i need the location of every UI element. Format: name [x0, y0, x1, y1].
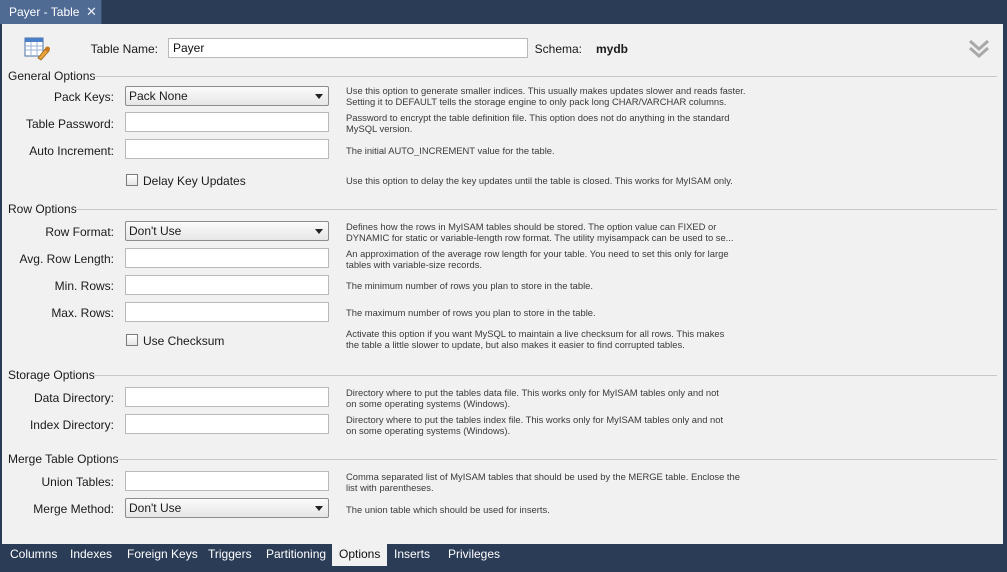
storage-options-divider: [94, 375, 997, 376]
min-rows-description: The minimum number of rows you plan to s…: [346, 280, 593, 291]
document-tab-bar: Payer - Table ✕: [0, 0, 1007, 24]
max-rows-description: The maximum number of rows you plan to s…: [346, 307, 596, 318]
min-rows-label: Min. Rows:: [54, 279, 114, 293]
union-tables-label: Union Tables:: [41, 475, 115, 489]
tab-columns[interactable]: Columns: [10, 544, 57, 566]
table-name-input[interactable]: Payer: [168, 38, 528, 58]
document-tab[interactable]: Payer - Table ✕: [0, 0, 102, 24]
auto-increment-description: The initial AUTO_INCREMENT value for the…: [346, 145, 555, 156]
pack-keys-label: Pack Keys:: [53, 90, 114, 104]
tab-partitioning[interactable]: Partitioning: [266, 544, 326, 566]
row-format-select[interactable]: Don't Use: [125, 221, 329, 241]
row-format-label: Row Format:: [45, 225, 114, 239]
merge-method-description: The union table which should be used for…: [346, 504, 550, 515]
avg-row-length-label: Avg. Row Length:: [19, 252, 114, 266]
use-checksum-label[interactable]: Use Checksum: [143, 334, 224, 348]
merge-table-options-divider: [114, 459, 997, 460]
chevron-down-icon: [315, 94, 323, 99]
data-directory-description: Directory where to put the tables data f…: [346, 387, 719, 409]
data-directory-label: Data Directory:: [33, 391, 114, 405]
avg-row-length-input[interactable]: [125, 248, 329, 268]
table-password-description: Password to encrypt the table definition…: [346, 112, 730, 134]
auto-increment-input[interactable]: [125, 139, 329, 159]
chevron-down-icon: [315, 506, 323, 511]
schema-value: mydb: [596, 42, 629, 56]
avg-row-length-description: An approximation of the average row leng…: [346, 248, 729, 270]
data-directory-input[interactable]: [125, 387, 329, 407]
table-editor-icon: [24, 36, 52, 62]
merge-method-value: Don't Use: [129, 501, 182, 515]
table-name-label: Table Name:: [90, 42, 158, 56]
auto-increment-label: Auto Increment:: [29, 144, 114, 158]
collapse-chevron-icon[interactable]: [968, 38, 990, 60]
pack-keys-description: Use this option to generate smaller indi…: [346, 85, 746, 107]
min-rows-input[interactable]: [125, 275, 329, 295]
document-tab-title: Payer - Table: [9, 5, 80, 19]
index-directory-label: Index Directory:: [29, 418, 114, 432]
close-icon[interactable]: ✕: [86, 4, 97, 20]
row-options-title: Row Options: [8, 202, 77, 216]
union-tables-description: Comma separated list of MyISAM tables th…: [346, 471, 740, 493]
delay-key-updates-label[interactable]: Delay Key Updates: [143, 174, 246, 188]
index-directory-input[interactable]: [125, 414, 329, 434]
tab-options[interactable]: Options: [332, 544, 388, 566]
merge-method-select[interactable]: Don't Use: [125, 498, 329, 518]
pack-keys-select[interactable]: Pack None: [125, 86, 329, 106]
schema-label: Schema:: [534, 42, 582, 56]
table-password-label: Table Password:: [25, 117, 114, 131]
row-options-divider: [74, 209, 997, 210]
general-options-divider: [92, 76, 997, 77]
max-rows-input[interactable]: [125, 302, 329, 322]
index-directory-description: Directory where to put the tables index …: [346, 414, 724, 436]
merge-method-label: Merge Method:: [33, 502, 114, 516]
row-format-value: Don't Use: [129, 224, 182, 238]
options-panel: Table Name: Payer Schema: mydb General O…: [2, 24, 1003, 544]
table-password-input[interactable]: [125, 112, 329, 132]
storage-options-title: Storage Options: [8, 368, 95, 382]
delay-key-updates-checkbox[interactable]: [126, 174, 138, 186]
use-checksum-description: Activate this option if you want MySQL t…: [346, 328, 725, 350]
pack-keys-value: Pack None: [129, 89, 188, 103]
general-options-title: General Options: [8, 69, 96, 83]
tab-privileges[interactable]: Privileges: [448, 544, 500, 566]
tab-indexes[interactable]: Indexes: [70, 544, 112, 566]
tab-foreign-keys[interactable]: Foreign Keys: [127, 544, 198, 566]
tab-triggers[interactable]: Triggers: [208, 544, 252, 566]
delay-key-updates-description: Use this option to delay the key updates…: [346, 175, 733, 186]
max-rows-label: Max. Rows:: [51, 306, 114, 320]
use-checksum-checkbox[interactable]: [126, 334, 138, 346]
union-tables-input[interactable]: [125, 471, 329, 491]
tab-inserts[interactable]: Inserts: [394, 544, 430, 566]
editor-tab-bar: Columns Indexes Foreign Keys Triggers Pa…: [0, 544, 1007, 572]
row-format-description: Defines how the rows in MyISAM tables sh…: [346, 221, 734, 243]
chevron-down-icon: [315, 229, 323, 234]
merge-table-options-title: Merge Table Options: [8, 452, 119, 466]
